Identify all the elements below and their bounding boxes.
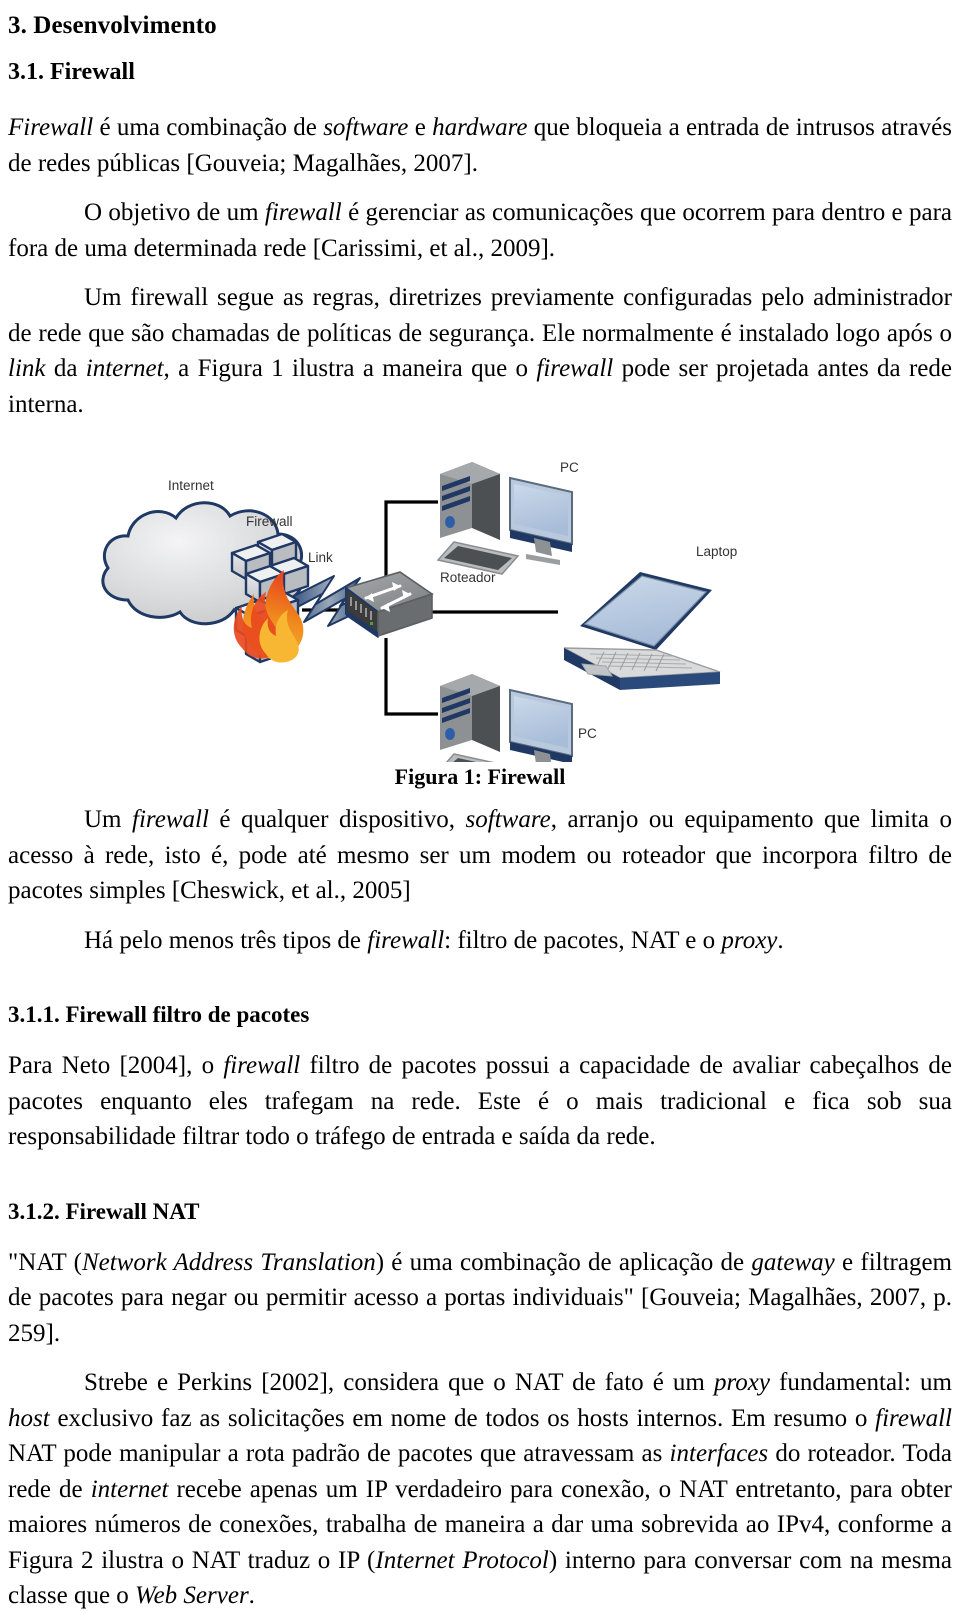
term-internet: internet [90, 1475, 169, 1503]
pc-bottom-icon [440, 674, 573, 762]
diagram-label-internet: Internet [168, 478, 214, 493]
term-proxy: proxy [713, 1369, 770, 1396]
network-diagram-firewall: Internet Link Firewall Roteador PC Lapto… [101, 460, 737, 762]
term-firewall: firewall [875, 1404, 952, 1432]
diagram-label-firewall: Firewall [246, 514, 293, 529]
term-gateway: gateway [751, 1248, 835, 1276]
wire-router-to-pc-top [384, 500, 438, 582]
wire-router-to-pc-bottom [384, 638, 438, 716]
document-page: 3. Desenvolvimento 3.1. Firewall Firewal… [0, 0, 960, 1609]
paragraph-packet-filter: Para Neto [2004], o firewall filtro de p… [8, 1052, 952, 1150]
term-proxy: proxy [721, 926, 778, 954]
term-internet-protocol: Internet Protocol [375, 1546, 549, 1574]
laptop-icon [563, 572, 721, 690]
term-link: link [8, 355, 46, 382]
term-firewall: firewall [264, 199, 342, 226]
paragraph-firewall-definition: Firewall é uma combinação de software e … [8, 114, 952, 177]
term-firewall: firewall [536, 355, 614, 382]
term-interfaces: interfaces [669, 1440, 769, 1467]
term-network-address-translation: Network Address Translation [81, 1248, 376, 1276]
term-web-server: Web Server [135, 1582, 249, 1609]
paragraph-nat-proxy: Strebe e Perkins [2002], considera que o… [8, 1369, 952, 1609]
diagram-label-pc-bottom: PC [578, 726, 597, 741]
paragraph-firewall-rules: Um firewall segue as regras, diretrizes … [8, 284, 953, 418]
term-firewall: firewall [223, 1052, 301, 1079]
router-icon [344, 571, 434, 638]
page-heading-subsection: 3.1. Firewall [8, 59, 135, 85]
paragraph-firewall-types: Há pelo menos três tipos de firewall: fi… [84, 926, 784, 954]
pc-top-icon [436, 462, 573, 575]
paragraph-firewall-any-device: Um firewall é qualquer dispositivo, soft… [8, 806, 952, 904]
term-host: host [8, 1404, 50, 1432]
term-software: software [465, 806, 551, 833]
term-software: software [323, 114, 409, 141]
paragraph-nat-definition: "NAT (Network Address Translation) é uma… [8, 1248, 952, 1347]
diagram-label-pc-top: PC [560, 460, 579, 475]
page-heading-packet-filter: 3.1.1. Firewall filtro de pacotes [8, 1002, 310, 1027]
diagram-label-link: Link [308, 550, 333, 565]
diagram-label-router: Roteador [440, 570, 496, 585]
term-firewall: Firewall [8, 114, 94, 141]
page-heading-section: 3. Desenvolvimento [8, 12, 217, 39]
paragraph-firewall-objective: O objetivo de um firewall é gerenciar as… [8, 199, 953, 262]
term-internet: internet [85, 355, 164, 382]
figure-1-caption: Figura 1: Firewall [394, 764, 566, 789]
diagram-label-laptop: Laptop [696, 544, 737, 559]
term-firewall: firewall [132, 806, 209, 833]
term-hardware: hardware [432, 114, 528, 141]
figure-1-container: Internet Link Firewall Roteador PC Lapto… [8, 422, 952, 792]
page-heading-nat: 3.1.2. Firewall NAT [8, 1198, 200, 1224]
term-firewall: firewall [367, 926, 445, 954]
